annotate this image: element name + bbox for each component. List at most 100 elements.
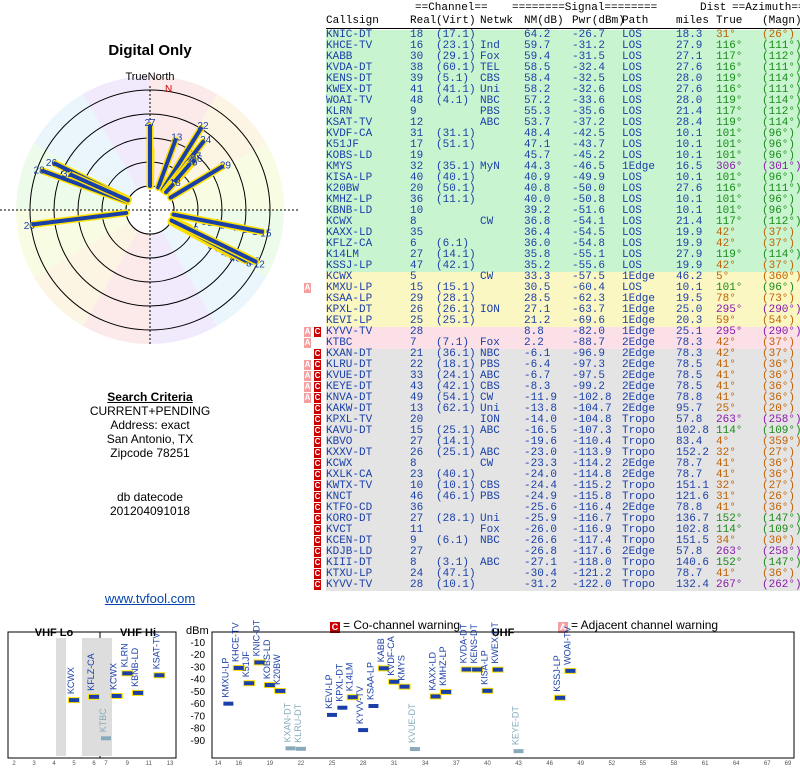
- channel-tick-label: 7: [104, 761, 108, 767]
- channel-tick-label: 14: [215, 761, 222, 767]
- y-tick-label: -50: [191, 687, 206, 698]
- signal-marker: [409, 747, 420, 752]
- signal-callsign-label: K20BW: [272, 654, 282, 685]
- cochannel-warning-icon: C: [314, 349, 321, 359]
- adjacent-warning-icon: A: [304, 371, 311, 381]
- adjacent-warning-icon: A: [304, 382, 311, 392]
- channel-tick-label: 52: [608, 761, 615, 767]
- signal-marker: [327, 712, 337, 717]
- cell-netwk: CW: [480, 271, 494, 283]
- db-datecode-label: db datecode: [116, 490, 184, 504]
- adjacent-warning-icon: A: [304, 393, 311, 403]
- signal-marker: [69, 698, 79, 703]
- channel-tick-label: 64: [733, 761, 740, 767]
- col-header-miles[interactable]: miles: [676, 15, 709, 27]
- signal-callsign-label: KCWX: [66, 667, 76, 694]
- cochannel-warning-icon: C: [314, 492, 321, 502]
- cochannel-warning-icon: C: [314, 547, 321, 557]
- signal-callsign-label: KTBC: [98, 708, 108, 733]
- channel-tick-label: 61: [702, 761, 709, 767]
- channel-tick-label: 67: [764, 761, 771, 767]
- col-header-pwr[interactable]: Pwr(dBm): [572, 15, 625, 27]
- station-row[interactable]: KYVV-TV 28 (10.1) -31.2 -122.0 Tropo 132.4 267°…: [326, 580, 800, 591]
- signal-callsign-label: KBNB-LD: [130, 647, 140, 687]
- cochannel-warning-icon: C: [314, 558, 321, 568]
- col-header-real[interactable]: Real: [410, 15, 436, 27]
- signal-callsign-label: KNIC-DT: [251, 619, 261, 656]
- channel-tick-label: 25: [329, 761, 336, 767]
- signal-callsign-label: KENS-DT: [469, 624, 479, 664]
- north-marker: N: [165, 84, 172, 95]
- cochannel-warning-icon: C: [314, 404, 321, 414]
- y-tick-label: -30: [191, 662, 206, 673]
- cell-nm: -31.2: [524, 579, 558, 591]
- col-header-true[interactable]: True: [716, 15, 742, 27]
- cell-true: 267°: [716, 579, 743, 591]
- azimuth-channel-label: 12: [254, 259, 266, 270]
- cochannel-warning-icon: C: [314, 470, 321, 480]
- cell-virt: (4.1): [436, 95, 470, 107]
- signal-marker: [565, 668, 576, 673]
- criteria-address: Address: exact: [110, 418, 190, 432]
- signal-callsign-label: KVUE-DT: [407, 703, 417, 743]
- cell-pwr: -122.0: [572, 579, 612, 591]
- cochannel-warning-icon: C: [314, 569, 321, 579]
- col-header-nm[interactable]: NM(dB): [524, 15, 564, 27]
- channel-tick-label: 22: [298, 761, 305, 767]
- channel-tick-label: 58: [671, 761, 678, 767]
- channel-tick-label: 40: [484, 761, 491, 767]
- y-tick-label: -70: [191, 711, 206, 722]
- cell-path: Tropo: [622, 579, 656, 591]
- cell-virt: (28.1): [436, 513, 476, 525]
- col-header-callsign[interactable]: Callsign: [326, 15, 379, 27]
- y-tick-label: -40: [191, 675, 206, 686]
- signal-callsign-label: KHCE-TV: [231, 622, 241, 662]
- channel-tick-label: 2: [12, 761, 16, 767]
- signal-marker: [358, 728, 369, 733]
- channel-tick-label: 5: [72, 761, 76, 767]
- cell-virt: (51.1): [436, 139, 476, 151]
- channel-tick-label: 11: [146, 761, 153, 767]
- signal-marker: [285, 746, 296, 751]
- azimuth-channel-label: 24: [200, 135, 212, 146]
- cell-netwk: PBS: [480, 491, 500, 503]
- azimuth-channel-label: 18: [170, 178, 182, 189]
- signal-marker: [399, 684, 410, 689]
- signal-marker: [223, 701, 234, 706]
- col-header-virt[interactable]: (Virt): [436, 15, 476, 27]
- col-header-magn[interactable]: (Magn): [762, 15, 800, 27]
- signal-marker: [441, 689, 451, 694]
- signal-callsign-label: KAXX-LD: [428, 651, 438, 690]
- azimuth-channel-label: 27: [144, 118, 156, 129]
- signal-marker: [244, 681, 255, 686]
- azimuth-channel-label: 29: [220, 161, 232, 172]
- col-header-path[interactable]: Path: [622, 15, 648, 27]
- signal-marker: [513, 749, 524, 754]
- cochannel-warning-icon: C: [314, 437, 321, 447]
- cochannel-warning-icon: C: [314, 514, 321, 524]
- cell-netwk: CW: [480, 458, 494, 470]
- col-header-netwk[interactable]: Netwk: [480, 15, 513, 27]
- channel-tick-label: 9: [126, 761, 130, 767]
- tvfool-link[interactable]: www.tvfool.com: [60, 591, 240, 606]
- dist-header: Dist: [700, 2, 727, 14]
- cochannel-warning-icon: C: [314, 448, 321, 458]
- signal-callsign-label: KEVI-LP: [324, 674, 334, 709]
- cell-virt: (6.1): [436, 535, 470, 547]
- signal-callsign-label: KISA-LP: [479, 650, 489, 685]
- signal-marker: [461, 667, 472, 672]
- adjacent-warning-icon: A: [304, 360, 311, 370]
- signal-marker: [101, 736, 111, 741]
- criteria-mode: CURRENT+PENDING: [89, 404, 211, 418]
- db-datecode-value: 201204091018: [109, 504, 191, 518]
- cell-virt: (46.1): [436, 491, 476, 503]
- channel-tick-label: 34: [422, 761, 429, 767]
- polar-plot: TrueNorthN527132224474635291826283220311…: [0, 71, 300, 344]
- station-table: ==Channel== ========Signal======== Dist …: [302, 0, 800, 605]
- y-tick-label: -60: [191, 699, 206, 710]
- channel-tick-label: 13: [167, 761, 174, 767]
- signal-marker: [368, 703, 379, 708]
- cell-virt: (42.1): [436, 260, 476, 272]
- signal-callsign-label: KSSJ-LP: [552, 655, 562, 692]
- criteria-zipcode: Zipcode 78251: [110, 446, 190, 460]
